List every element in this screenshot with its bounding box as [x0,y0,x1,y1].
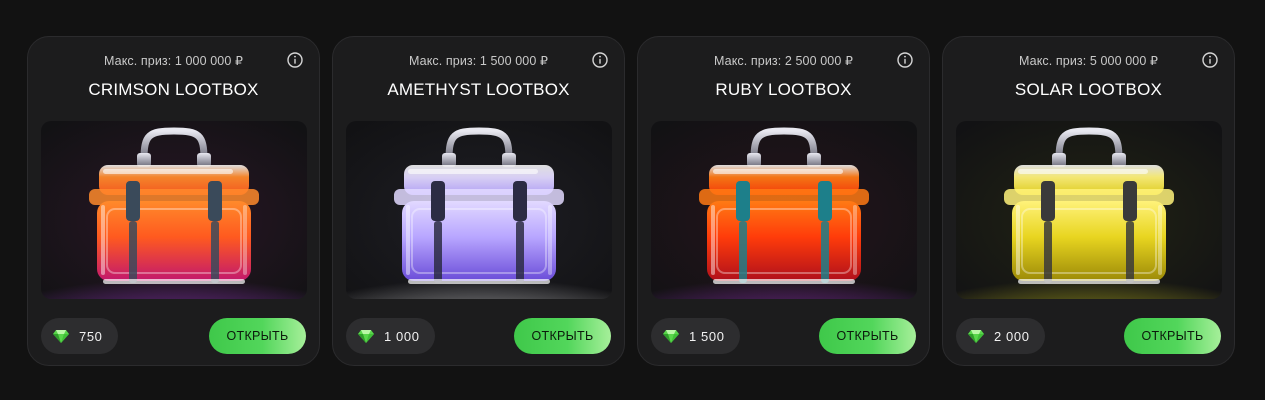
amethyst-lootbox-image[interactable] [346,121,612,299]
lootbox-title: SOLAR LOOTBOX [1014,80,1163,99]
lootbox-title: CRIMSON LOOTBOX [88,80,259,99]
gem-icon [968,329,984,343]
max-prize-label: Макс. приз: 1 500 000 ₽ [408,54,549,68]
max-prize-label: Макс. приз: 5 000 000 ₽ [1018,54,1159,68]
price-badge: 1 000 [346,318,435,354]
open-button[interactable]: ОТКРЫТЬ [209,318,306,354]
price-value: 1 000 [384,328,420,344]
info-icon[interactable] [287,52,303,68]
gem-icon [358,329,374,343]
gem-icon [53,329,69,343]
open-button[interactable]: ОТКРЫТЬ [819,318,916,354]
price-badge: 1 500 [651,318,740,354]
max-prize-label: Макс. приз: 2 500 000 ₽ [713,54,854,68]
price-value: 1 500 [689,328,725,344]
lootbox-card: Макс. приз: 1 500 000 ₽ AMETHYST LOOTBOX [332,36,625,366]
solar-lootbox-image[interactable] [956,121,1222,299]
crimson-lootbox-image[interactable] [41,121,307,299]
lootbox-title: AMETHYST LOOTBOX [387,80,570,99]
lootbox-list: Макс. приз: 1 000 000 ₽ CRIMSON LOOTBOX [27,36,1235,366]
lootbox-card: Макс. приз: 5 000 000 ₽ SOLAR LOOTBOX 2 … [942,36,1235,366]
info-icon[interactable] [897,52,913,68]
open-button[interactable]: ОТКРЫТЬ [1124,318,1221,354]
lootbox-card: Макс. приз: 2 500 000 ₽ RUBY LOOTBOX 1 5… [637,36,930,366]
ruby-lootbox-image[interactable] [651,121,917,299]
price-value: 2 000 [994,328,1030,344]
info-icon[interactable] [592,52,608,68]
price-badge: 750 [41,318,118,354]
lootbox-card: Макс. приз: 1 000 000 ₽ CRIMSON LOOTBOX [27,36,320,366]
info-icon[interactable] [1202,52,1218,68]
price-badge: 2 000 [956,318,1045,354]
open-button[interactable]: ОТКРЫТЬ [514,318,611,354]
lootbox-title: RUBY LOOTBOX [715,80,852,99]
gem-icon [663,329,679,343]
price-value: 750 [79,328,103,344]
max-prize-label: Макс. приз: 1 000 000 ₽ [103,54,244,68]
